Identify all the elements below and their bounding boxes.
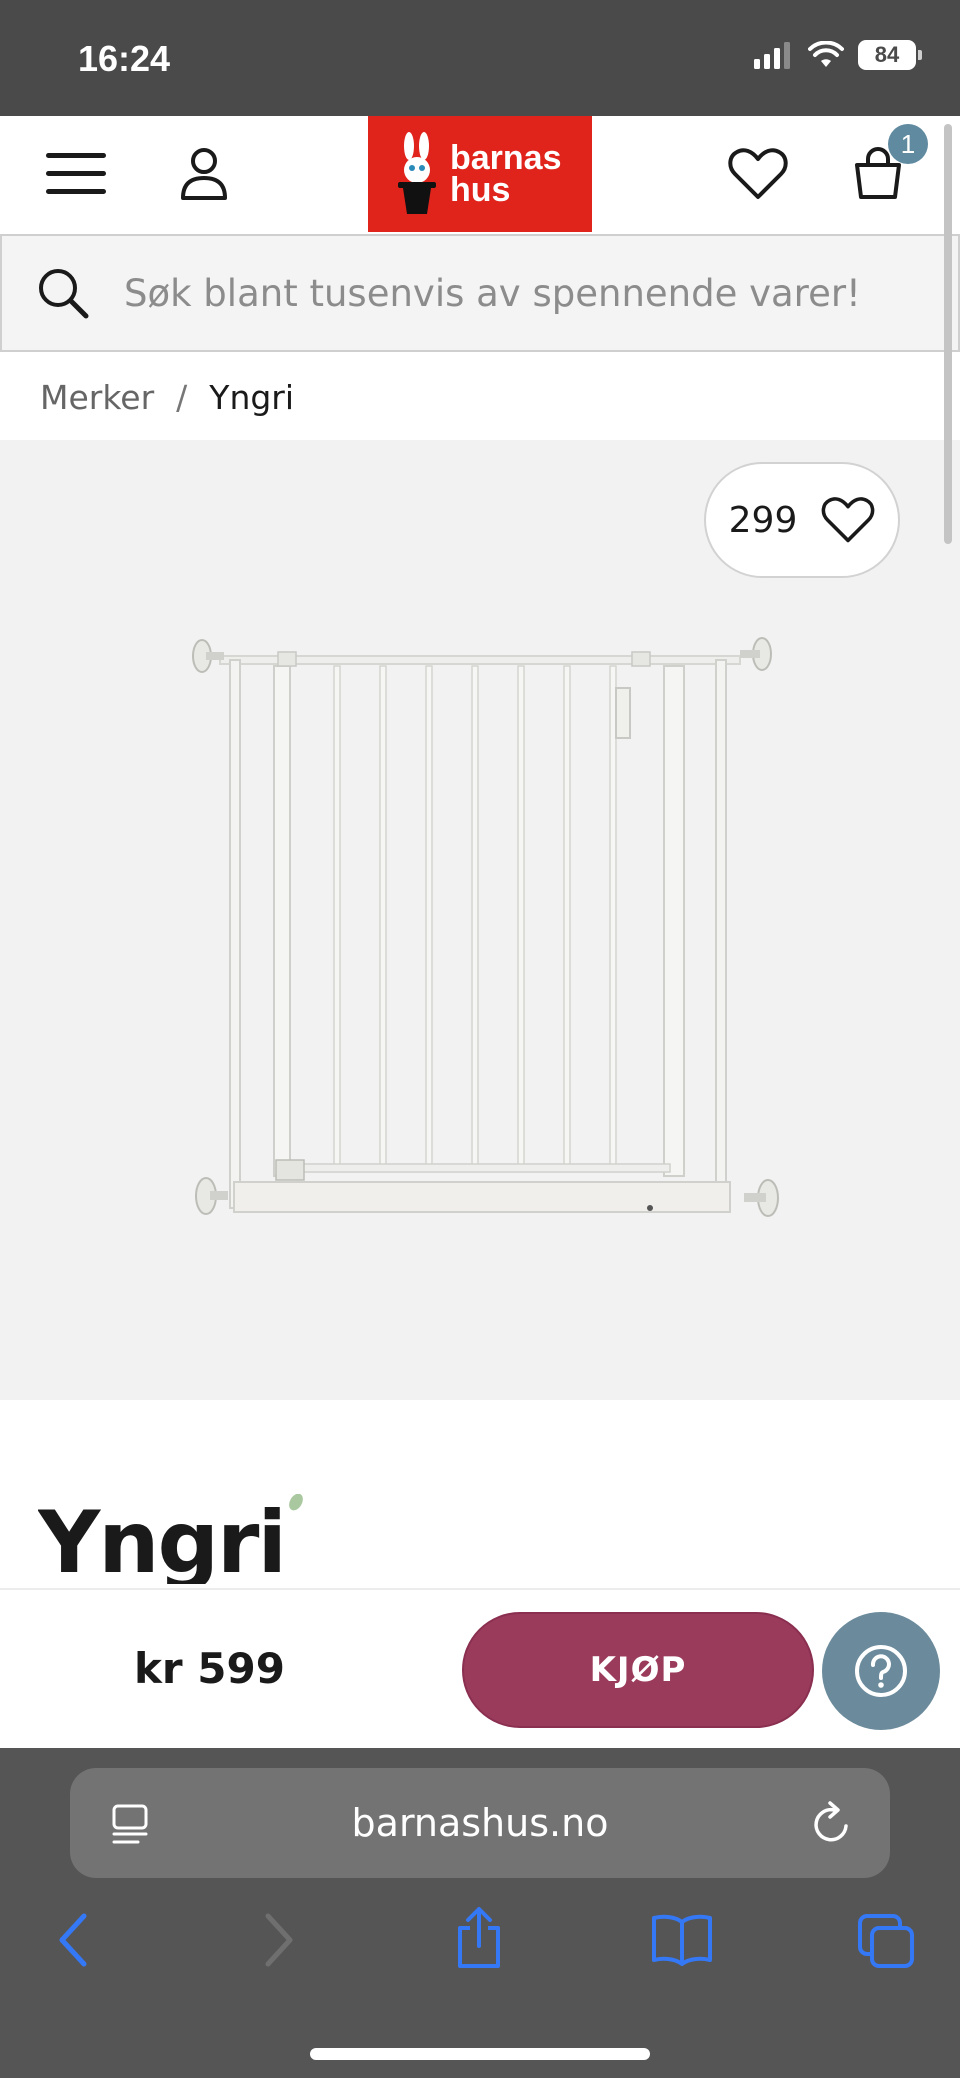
- breadcrumb-item-current: Yngri: [209, 377, 295, 417]
- menu-icon: [46, 153, 106, 194]
- favorite-count: 299: [728, 499, 798, 541]
- product-image-safety-gate: [192, 637, 779, 1217]
- heart-icon: [822, 497, 875, 543]
- scrollbar[interactable]: [944, 124, 952, 544]
- help-button[interactable]: [822, 1612, 940, 1730]
- user-icon: [181, 148, 227, 200]
- search-icon: [39, 269, 89, 319]
- product-price: kr 599: [134, 1644, 285, 1693]
- signal-icon: [754, 42, 790, 69]
- site-logo[interactable]: barnas hus: [368, 116, 592, 232]
- search-bar[interactable]: Søk blant tusenvis av spennende varer!: [0, 234, 960, 352]
- rabbit-hat-icon: [398, 132, 436, 214]
- svg-text:Yngri: Yngri: [38, 1494, 285, 1584]
- favorites-button[interactable]: [726, 116, 790, 232]
- menu-button[interactable]: [40, 116, 112, 232]
- favorite-count-button[interactable]: 299: [704, 462, 900, 578]
- battery-indicator: 84: [858, 40, 922, 70]
- url-text: barnashus.no: [351, 1801, 609, 1845]
- logo-text: barnas hus: [450, 139, 562, 209]
- back-icon[interactable]: [56, 1912, 90, 1968]
- reader-icon[interactable]: [110, 1804, 150, 1846]
- forward-icon[interactable]: [262, 1912, 296, 1968]
- address-bar[interactable]: barnashus.no: [70, 1768, 890, 1878]
- home-indicator: [310, 2048, 650, 2060]
- reload-icon[interactable]: [810, 1800, 854, 1846]
- brand-logo-yngri[interactable]: Yngri: [38, 1494, 308, 1584]
- status-bar: 16:24 84: [0, 0, 960, 116]
- share-icon[interactable]: [452, 1906, 506, 1970]
- breadcrumb-item-merker[interactable]: Merker: [40, 378, 154, 417]
- wifi-icon: [808, 41, 844, 67]
- account-button[interactable]: [172, 116, 236, 232]
- heart-icon: [728, 148, 788, 199]
- cart-count-badge: 1: [888, 124, 928, 164]
- breadcrumb: Merker / Yngri: [40, 372, 294, 422]
- tabs-icon[interactable]: [856, 1912, 916, 1970]
- buy-button[interactable]: KJØP: [462, 1612, 814, 1728]
- breadcrumb-separator: /: [176, 377, 188, 417]
- question-icon: [855, 1645, 907, 1697]
- search-input[interactable]: Søk blant tusenvis av spennende varer!: [124, 272, 861, 315]
- bookmarks-icon[interactable]: [650, 1912, 714, 1966]
- status-time: 16:24: [78, 38, 171, 79]
- status-indicators: 84: [754, 40, 922, 70]
